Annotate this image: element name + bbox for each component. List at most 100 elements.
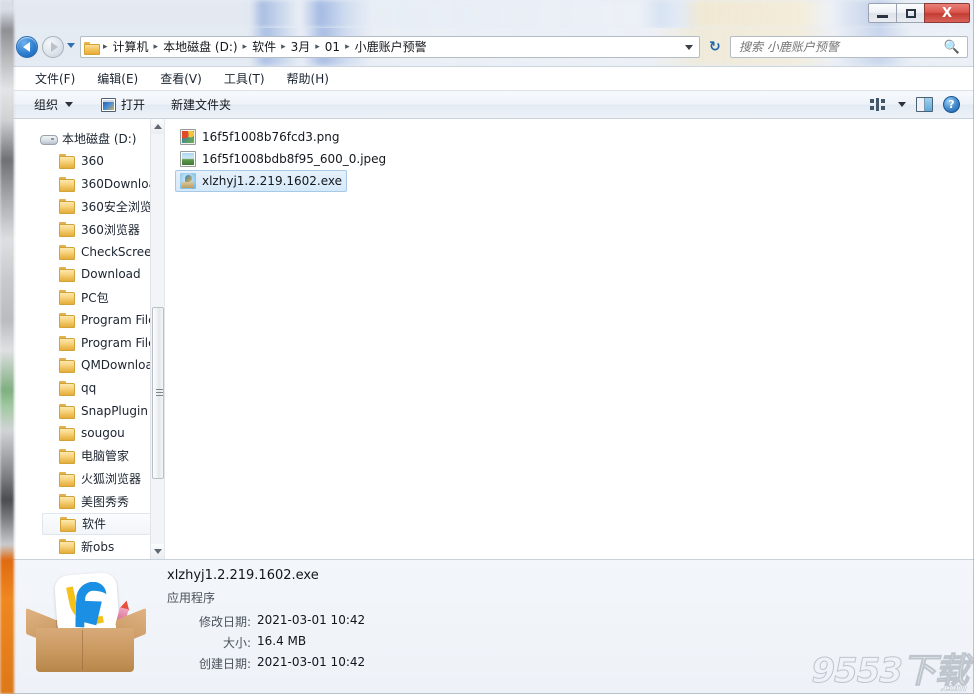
folder-icon [58, 380, 75, 396]
tree-item-local-disk[interactable]: 本地磁盘 (D:) [12, 127, 153, 150]
tree-item-sougou[interactable]: sougou [12, 422, 153, 445]
tree-item-snapplugin[interactable]: SnapPlugin [12, 399, 153, 422]
preview-right-pane [925, 98, 932, 111]
view-options-icon[interactable] [870, 97, 886, 112]
breadcrumb-item-2[interactable]: 软件 [249, 37, 279, 57]
file-name: xlzhyj1.2.219.1602.exe [202, 174, 343, 188]
folder-icon [58, 358, 75, 374]
tree-item-qmdownload[interactable]: QMDownload [12, 354, 153, 377]
folder-icon [58, 154, 75, 170]
menu-view[interactable]: 查看(V) [149, 68, 213, 89]
maximize-button[interactable] [896, 3, 924, 23]
box-seam [82, 630, 83, 670]
tree-item-firefox[interactable]: 火狐浏览器 [12, 467, 153, 490]
arrow-right-icon [50, 42, 58, 52]
details-field-modified: 修改日期: 2021-03-01 10:42 [167, 613, 587, 630]
arrow-left-icon [22, 42, 30, 52]
tree-item-360[interactable]: 360 [12, 150, 153, 173]
details-field-value: 2021-03-01 10:42 [257, 613, 366, 627]
navigation-pane: 本地磁盘 (D:) 360 360Download 360安全浏览器 360浏览… [12, 119, 165, 559]
list-item[interactable]: 16f5f1008bdb8f95_600_0.jpeg [175, 148, 391, 170]
scroll-down-button[interactable] [151, 544, 164, 559]
breadcrumb-item-3[interactable]: 3月 [288, 37, 314, 57]
search-box[interactable]: 🔍 [730, 36, 968, 58]
file-list[interactable]: 16f5f1008b76fcd3.png 16f5f1008bdb8f95_60… [165, 119, 974, 559]
breadcrumb-item-1[interactable]: 本地磁盘 (D:) [160, 37, 240, 57]
search-icon[interactable]: 🔍 [943, 40, 961, 55]
tree-item-program-files-2[interactable]: Program Files [12, 331, 153, 354]
preview-left-pane [917, 98, 925, 111]
chevron-down-icon[interactable] [685, 45, 693, 50]
scroll-up-button[interactable] [151, 119, 164, 134]
menu-edit[interactable]: 编辑(E) [86, 68, 149, 89]
folder-icon [58, 403, 75, 419]
tree-item-qq[interactable]: qq [12, 377, 153, 400]
search-input[interactable] [731, 40, 943, 54]
box-front-panel [36, 628, 134, 672]
folder-icon [58, 222, 75, 238]
file-name: 16f5f1008bdb8f95_600_0.jpeg [202, 152, 387, 166]
breadcrumb-item-4[interactable]: 01 [322, 37, 343, 57]
details-file-name: xlzhyj1.2.219.1602.exe [167, 568, 319, 583]
tree-item-label: 软件 [82, 517, 107, 532]
tree-item-pcbao[interactable]: PC包 [12, 286, 153, 309]
tree-item-checkscreen[interactable]: CheckScreen [12, 240, 153, 263]
help-icon[interactable]: ? [943, 96, 960, 113]
tree-item-program-files[interactable]: Program Files [12, 309, 153, 332]
tree-item-label: qq [81, 380, 97, 395]
menu-help[interactable]: 帮助(H) [276, 68, 340, 89]
tree-item-label: 360 [81, 154, 104, 169]
folder-icon [58, 176, 75, 192]
tree-item-label: Program Files [81, 335, 153, 350]
tree-item-meituxiuxiu[interactable]: 美图秀秀 [12, 490, 153, 513]
tree-item-computer-manager[interactable]: 电脑管家 [12, 445, 153, 468]
aero-glass-background [12, 0, 974, 28]
preview-pane-icon[interactable] [916, 97, 933, 112]
breadcrumb-item-5[interactable]: 小鹿账户预警 [352, 37, 430, 57]
command-toolbar: 组织 打开 新建文件夹 ? [12, 90, 974, 119]
tree-item-360browser[interactable]: 360浏览器 [12, 218, 153, 241]
chevron-down-icon [65, 102, 74, 107]
drive-icon [40, 132, 58, 146]
tree-item-label: 美图秀秀 [81, 494, 130, 509]
details-field-value: 16.4 MB [257, 634, 307, 648]
tree-item-360safebrowser[interactable]: 360安全浏览器 [12, 195, 153, 218]
tree-item-download[interactable]: Download [12, 263, 153, 286]
menu-bar: 文件(F) 编辑(E) 查看(V) 工具(T) 帮助(H) [12, 66, 974, 90]
tree-item-360download[interactable]: 360Download [12, 172, 153, 195]
tree-item-label: 360浏览器 [81, 222, 140, 237]
breadcrumb-separator: ▸ [345, 42, 350, 52]
tree-item-label: PC包 [81, 290, 109, 305]
forward-button[interactable] [42, 36, 64, 58]
minimize-button[interactable] [868, 3, 896, 23]
menu-file[interactable]: 文件(F) [24, 68, 86, 89]
tree-item-ruanjian[interactable]: 软件 [42, 512, 160, 535]
breadcrumb-item-0[interactable]: 计算机 [110, 37, 152, 57]
tree-item-label: 本地磁盘 (D:) [62, 131, 137, 146]
organize-label: 组织 [34, 98, 59, 112]
refresh-button[interactable]: ↻ [709, 39, 721, 55]
menu-tools[interactable]: 工具(T) [213, 68, 276, 89]
back-button[interactable] [16, 36, 38, 58]
list-item[interactable]: xlzhyj1.2.219.1602.exe [175, 170, 348, 192]
organize-button[interactable]: 组织 [26, 94, 81, 116]
recent-locations-dropdown[interactable] [67, 43, 75, 48]
breadcrumb[interactable]: ▸ 计算机 ▸ 本地磁盘 (D:) ▸ 软件 ▸ 3月 ▸ 01 ▸ 小鹿账户预… [80, 36, 700, 58]
new-folder-button[interactable]: 新建文件夹 [163, 94, 239, 116]
png-file-icon [180, 129, 196, 145]
chevron-up-icon [154, 124, 162, 129]
tree-item-xinobs[interactable]: 新obs [12, 535, 153, 558]
list-item[interactable]: 16f5f1008b76fcd3.png [175, 126, 345, 148]
navigation-pane-scrollbar[interactable] [150, 119, 164, 559]
open-button[interactable]: 打开 [93, 94, 153, 116]
folder-icon [58, 199, 75, 215]
close-button[interactable]: X [924, 3, 970, 23]
exe-file-icon [180, 173, 196, 189]
folder-icon [58, 244, 75, 260]
watermark-suffix: .com [940, 681, 967, 694]
application-package-icon [26, 568, 146, 680]
details-field-size: 大小: 16.4 MB [167, 634, 587, 651]
tree-item-label: sougou [81, 426, 125, 441]
scrollbar-thumb[interactable] [152, 307, 164, 479]
chevron-down-icon[interactable] [898, 102, 906, 107]
